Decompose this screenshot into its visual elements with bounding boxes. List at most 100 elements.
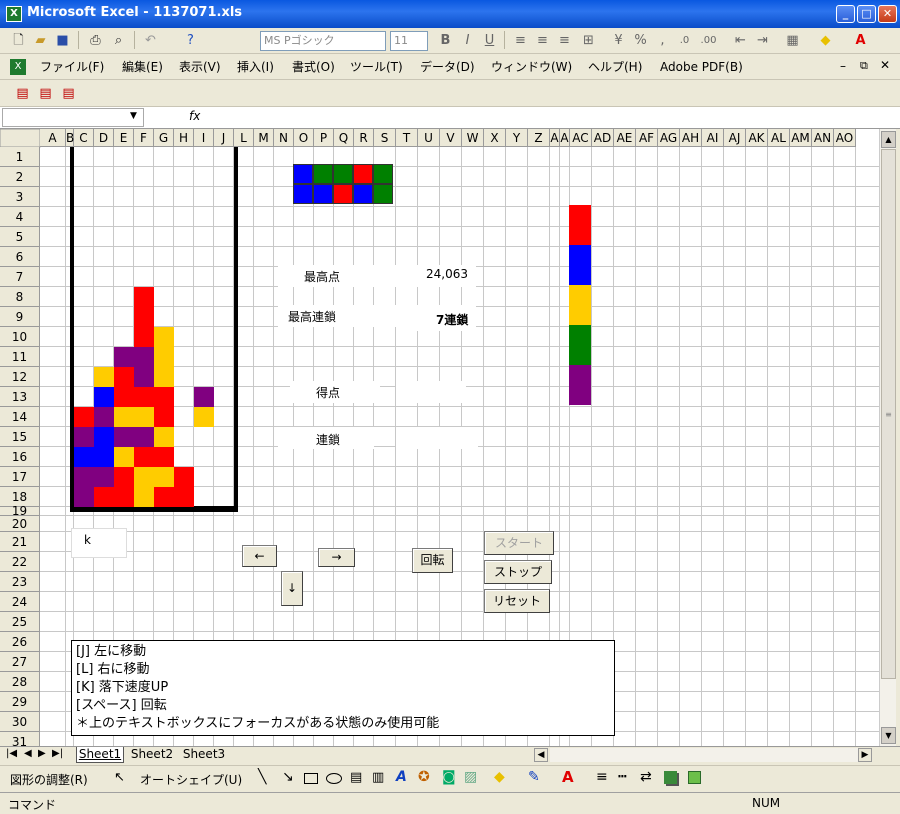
row-header[interactable]: 25 xyxy=(0,612,40,632)
scroll-thumb[interactable]: ≡ xyxy=(881,149,896,679)
font-name-select[interactable]: MS Pゴシック xyxy=(260,31,386,51)
column-header[interactable]: AK xyxy=(746,129,768,147)
menu-data[interactable]: データ(D) xyxy=(416,57,479,77)
horizontal-scrollbar[interactable] xyxy=(550,748,858,762)
column-header[interactable]: AI xyxy=(702,129,724,147)
indent-icon[interactable]: ⇥ xyxy=(752,30,773,52)
row-header[interactable]: 23 xyxy=(0,572,40,592)
3d-icon[interactable] xyxy=(688,771,701,784)
column-header[interactable]: AL xyxy=(768,129,790,147)
vertical-textbox-icon[interactable]: ▥ xyxy=(372,770,384,785)
scroll-up-icon[interactable]: ▲ xyxy=(881,131,896,148)
column-header[interactable]: E xyxy=(114,129,134,147)
adjust-shapes-menu[interactable]: 図形の調整(R) xyxy=(10,771,88,788)
key-focus-textbox[interactable]: k xyxy=(71,528,127,558)
column-header[interactable]: F xyxy=(134,129,154,147)
menu-view[interactable]: 表示(V) xyxy=(175,57,225,77)
column-header[interactable]: A xyxy=(40,129,66,147)
open-icon[interactable]: ▰ xyxy=(30,30,51,52)
drop-button[interactable]: ↓ xyxy=(281,571,303,606)
rotate-button[interactable]: 回転 xyxy=(412,548,453,573)
comma-icon[interactable]: , xyxy=(652,30,673,52)
merge-icon[interactable]: ⊞ xyxy=(578,30,599,52)
scroll-down-icon[interactable]: ▼ xyxy=(881,727,896,744)
textbox-icon[interactable]: ▤ xyxy=(350,770,362,785)
bold-icon[interactable]: B xyxy=(435,30,456,52)
menu-adobe-pdf[interactable]: Adobe PDF(B) xyxy=(656,57,747,77)
scroll-right-icon[interactable]: ▶ xyxy=(858,748,872,762)
menu-edit[interactable]: 編集(E) xyxy=(118,57,167,77)
arrow-style-icon[interactable]: ⇄ xyxy=(640,769,652,785)
row-header[interactable]: 26 xyxy=(0,632,40,652)
font-color-icon[interactable]: A xyxy=(850,30,871,52)
row-header[interactable]: 21 xyxy=(0,532,40,552)
row-header[interactable]: 29 xyxy=(0,692,40,712)
menu-file[interactable]: ファイル(F) xyxy=(36,57,108,77)
column-header[interactable]: H xyxy=(174,129,194,147)
column-header[interactable]: P xyxy=(314,129,334,147)
column-header[interactable]: AD xyxy=(592,129,614,147)
oval-icon[interactable] xyxy=(326,773,342,784)
worksheet-grid[interactable]: A B C D E F G H I J L M N O P Q R S T U V W X Y Z A A AC AD AE AF AG AH A… xyxy=(0,129,879,746)
pdf-review-icon[interactable]: ▤ xyxy=(58,83,79,105)
column-header[interactable]: AN xyxy=(812,129,834,147)
row-header[interactable]: 6 xyxy=(0,247,40,267)
column-header[interactable]: A xyxy=(560,129,570,147)
move-left-button[interactable]: ← xyxy=(242,545,277,567)
row-header[interactable]: 8 xyxy=(0,287,40,307)
close-button[interactable]: ✕ xyxy=(878,5,897,23)
pdf-mail-icon[interactable]: ▤ xyxy=(35,83,56,105)
borders-icon[interactable]: ▦ xyxy=(782,30,803,52)
menu-format[interactable]: 書式(O) xyxy=(288,57,339,77)
help-icon[interactable]: ? xyxy=(180,30,201,52)
row-header[interactable]: 24 xyxy=(0,592,40,612)
row-header[interactable]: 16 xyxy=(0,447,40,467)
row-header[interactable]: 4 xyxy=(0,207,40,227)
row-header[interactable]: 22 xyxy=(0,552,40,572)
dash-style-icon[interactable]: ┅ xyxy=(618,769,626,785)
first-sheet-icon[interactable]: |◀ xyxy=(6,748,17,759)
column-header[interactable]: M xyxy=(254,129,274,147)
menu-tools[interactable]: ツール(T) xyxy=(346,57,407,77)
tab-sheet3[interactable]: Sheet3 xyxy=(180,747,228,763)
column-header[interactable]: Q xyxy=(334,129,354,147)
column-header[interactable]: AO xyxy=(834,129,856,147)
row-header[interactable]: 3 xyxy=(0,187,40,207)
tab-sheet2[interactable]: Sheet2 xyxy=(128,747,176,763)
clipart-icon[interactable]: ◙ xyxy=(442,769,456,785)
doc-restore-icon[interactable]: ⧉ xyxy=(860,59,868,73)
fill-color-draw-icon[interactable]: ◆ xyxy=(494,769,505,785)
column-header[interactable]: AG xyxy=(658,129,680,147)
currency-icon[interactable]: ¥ xyxy=(608,30,629,52)
last-sheet-icon[interactable]: ▶| xyxy=(52,748,63,759)
column-header[interactable]: N xyxy=(274,129,294,147)
column-header[interactable]: O xyxy=(294,129,314,147)
font-size-select[interactable]: 11 xyxy=(390,31,428,51)
fill-color-icon[interactable]: ◆ xyxy=(815,30,836,52)
column-header[interactable]: L xyxy=(234,129,254,147)
row-header[interactable]: 2 xyxy=(0,167,40,187)
row-header[interactable]: 9 xyxy=(0,307,40,327)
column-header[interactable]: C xyxy=(74,129,94,147)
outdent-icon[interactable]: ⇤ xyxy=(730,30,751,52)
formula-input[interactable] xyxy=(205,108,895,127)
menu-help[interactable]: ヘルプ(H) xyxy=(584,57,646,77)
picture-icon[interactable]: ▨ xyxy=(464,769,477,785)
row-header[interactable]: 15 xyxy=(0,427,40,447)
underline-icon[interactable]: U xyxy=(479,30,500,52)
row-header[interactable]: 12 xyxy=(0,367,40,387)
column-header[interactable]: Y xyxy=(506,129,528,147)
menu-window[interactable]: ウィンドウ(W) xyxy=(487,57,576,77)
column-header[interactable]: B xyxy=(66,129,74,147)
prev-sheet-icon[interactable]: ◀ xyxy=(24,748,32,759)
increase-decimal-icon[interactable]: .0 xyxy=(674,30,695,52)
select-pointer-icon[interactable]: ↖ xyxy=(114,770,125,785)
doc-close-icon[interactable]: ✕ xyxy=(880,58,890,72)
line-style-icon[interactable]: ≡ xyxy=(596,769,608,785)
menu-insert[interactable]: 挿入(I) xyxy=(233,57,278,77)
align-left-icon[interactable]: ≡ xyxy=(510,30,531,52)
name-box-dropdown-icon[interactable]: ▼ xyxy=(130,111,137,121)
row-header[interactable]: 17 xyxy=(0,467,40,487)
vertical-scrollbar[interactable]: ▲ ≡ ▼ xyxy=(879,129,896,746)
align-center-icon[interactable]: ≡ xyxy=(532,30,553,52)
